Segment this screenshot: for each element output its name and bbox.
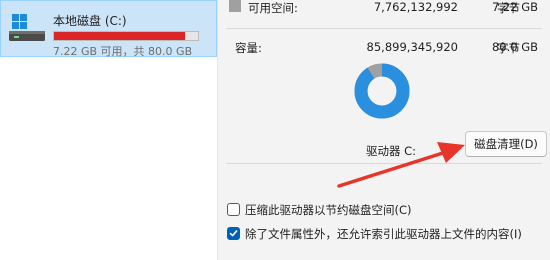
explorer-pane: 本地磁盘 (C:) 7.22 GB 可用，共 80.0 GB [0,0,217,260]
compress-label: 压缩此驱动器以节约磁盘空间(C) [245,203,412,217]
drive-c-item[interactable]: 本地磁盘 (C:) 7.22 GB 可用，共 80.0 GB [0,0,217,58]
free-space-row: 可用空间: 7,762,132,992 字节 7.22 GB [218,0,550,20]
index-label: 除了文件属性外，还允许索引此驱动器上文件的内容(I) [245,227,522,241]
windows-drive-icon [9,14,45,41]
compress-checkbox[interactable] [227,203,240,216]
drive-properties-dialog: 可用空间: 7,762,132,992 字节 7.22 GB 容量: 85,89… [218,0,550,260]
donut-used-ring [354,63,410,119]
capacity-bytes: 85,899,345,920 [366,40,458,54]
drive-label: 驱动器 C: [366,144,417,158]
capacity-label: 容量: [235,41,262,55]
drive-name: 本地磁盘 (C:) [53,14,127,28]
capacity-gb: 80.0 GB [491,40,538,54]
capacity-row: 容量: 85,899,345,920 字节 80.0 GB [218,40,550,60]
separator-top [226,28,542,29]
drive-free-text: 7.22 GB 可用，共 80.0 GB [53,45,193,58]
drive-usage-bar-fill [54,32,186,40]
free-space-label: 可用空间: [248,1,298,15]
separator-bottom [226,163,542,164]
free-space-swatch [229,0,241,12]
drive-usage-bar [53,31,199,41]
disk-usage-donut [354,63,410,119]
index-checkbox[interactable] [227,227,240,240]
free-space-bytes: 7,762,132,992 [373,0,458,14]
disk-cleanup-button[interactable]: 磁盘清理(D) [465,131,547,157]
free-space-gb: 7.22 GB [491,0,538,14]
